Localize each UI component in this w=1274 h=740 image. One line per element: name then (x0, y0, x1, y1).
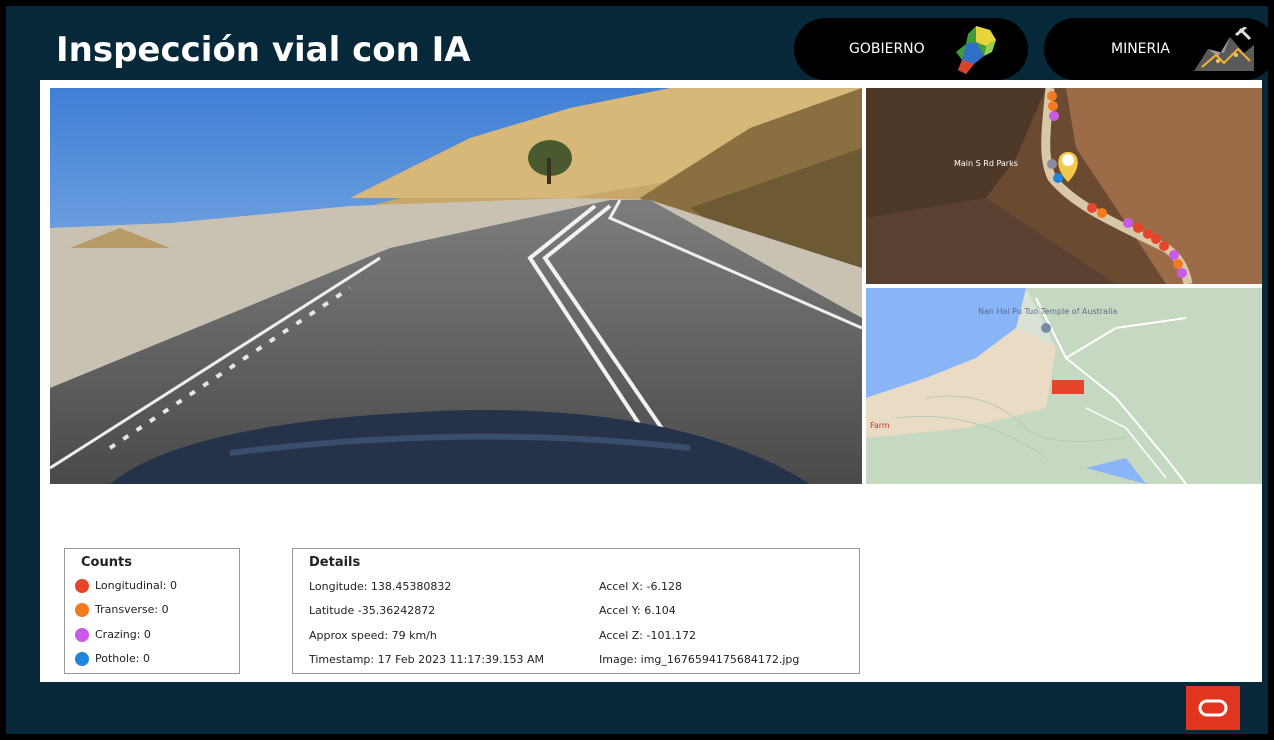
street-map[interactable]: Nan Hai Pu Tuo Temple of Australia Farm (866, 288, 1262, 484)
detail-accel-y: Accel Y: 6.104 (599, 604, 676, 617)
nav-gobierno-label: GOBIERNO (849, 41, 925, 57)
nav-mineria-button[interactable]: MINERIA (1044, 18, 1274, 80)
map-region-icon (956, 26, 996, 74)
mining-icon (1194, 27, 1254, 71)
dashboard-panel: Main S Rd Parks Nan Hai Pu Tuo Temple of… (40, 80, 1262, 682)
detail-timestamp: Timestamp: 17 Feb 2023 11:17:39.153 AM (309, 653, 544, 666)
crazing-color-dot (75, 628, 89, 642)
detail-latitude: Latitude -35.36242872 (309, 604, 436, 617)
count-transverse: Transverse: 0 (75, 603, 169, 617)
nav-gobierno-button[interactable]: GOBIERNO (794, 18, 1028, 80)
details-card: Details Longitude: 138.45380832 Latitude… (292, 548, 860, 674)
counts-card: Counts Longitudinal: 0 Transverse: 0 Cra… (64, 548, 240, 674)
road-camera-image (50, 88, 862, 484)
detail-accel-z: Accel Z: -101.172 (599, 629, 696, 642)
transverse-color-dot (75, 603, 89, 617)
map-farm-label: Farm (870, 421, 890, 430)
satellite-map[interactable]: Main S Rd Parks (866, 88, 1262, 284)
oracle-logo (1186, 686, 1240, 730)
details-title: Details (309, 555, 361, 570)
detail-image: Image: img_1676594175684172.jpg (599, 653, 800, 666)
satellite-road-label: Main S Rd Parks (954, 159, 1018, 168)
count-longitudinal: Longitudinal: 0 (75, 579, 177, 593)
detail-accel-x: Accel X: -6.128 (599, 580, 682, 593)
vehicle-position-marker (1052, 380, 1084, 394)
nav-mineria-label: MINERIA (1111, 41, 1170, 57)
oracle-icon (1198, 699, 1228, 717)
place-pin-icon (1041, 323, 1051, 333)
detail-longitude: Longitude: 138.45380832 (309, 580, 452, 593)
detail-speed: Approx speed: 79 km/h (309, 629, 437, 642)
count-pothole: Pothole: 0 (75, 652, 150, 666)
page-title: Inspección vial con IA (56, 30, 471, 70)
pothole-color-dot (75, 652, 89, 666)
longitudinal-color-dot (75, 579, 89, 593)
counts-title: Counts (81, 555, 132, 570)
map-place-label: Nan Hai Pu Tuo Temple of Australia (978, 307, 1117, 316)
count-crazing: Crazing: 0 (75, 628, 151, 642)
